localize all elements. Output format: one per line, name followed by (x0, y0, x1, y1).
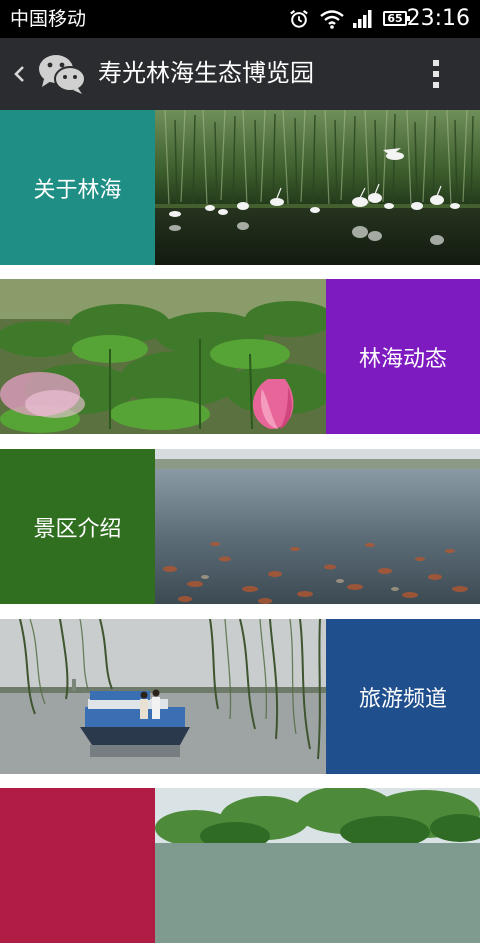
menu-tile-label: 景区介绍 (33, 516, 122, 542)
status-bar: 中国移动 65 23:16 (0, 0, 480, 38)
wifi-icon (320, 10, 344, 29)
menu-row-scenic: 景区介绍 (0, 449, 480, 604)
menu-tile-label: 关于林海 (33, 177, 122, 203)
status-time: 23:16 (406, 6, 470, 31)
menu-tile-more[interactable] (0, 788, 155, 943)
battery-level: 65 (387, 12, 403, 25)
back-icon[interactable] (8, 60, 32, 88)
menu-tile-news[interactable]: 林海动态 (326, 279, 480, 434)
menu-tile-label: 林海动态 (358, 346, 447, 372)
wechat-logo-icon (39, 55, 86, 94)
menu-tile-travel[interactable]: 旅游频道 (326, 619, 480, 774)
menu-row-more (0, 788, 480, 943)
menu-row-about: 关于林海 (0, 110, 480, 265)
lotus-pond-photo (0, 279, 326, 434)
signal-icon (353, 10, 372, 28)
egrets-wetland-photo (155, 110, 480, 265)
app-header: 寿光林海生态博览园 (0, 38, 480, 110)
menu-tile-label: 旅游频道 (358, 686, 447, 712)
menu-row-travel: 旅游频道 (0, 619, 480, 774)
more-options-icon[interactable] (424, 58, 448, 90)
menu-tile-about[interactable]: 关于林海 (0, 110, 155, 265)
koi-lake-photo (155, 449, 480, 604)
carrier-name: 中国移动 (10, 8, 87, 30)
battery-icon: 65 (383, 11, 410, 26)
menu-row-news: 林海动态 (0, 279, 480, 434)
boat-lake-photo (0, 619, 326, 774)
forest-lake-photo (155, 788, 480, 943)
alarm-icon (290, 9, 308, 28)
page-title: 寿光林海生态博览园 (98, 59, 314, 87)
menu-tile-scenic[interactable]: 景区介绍 (0, 449, 155, 604)
